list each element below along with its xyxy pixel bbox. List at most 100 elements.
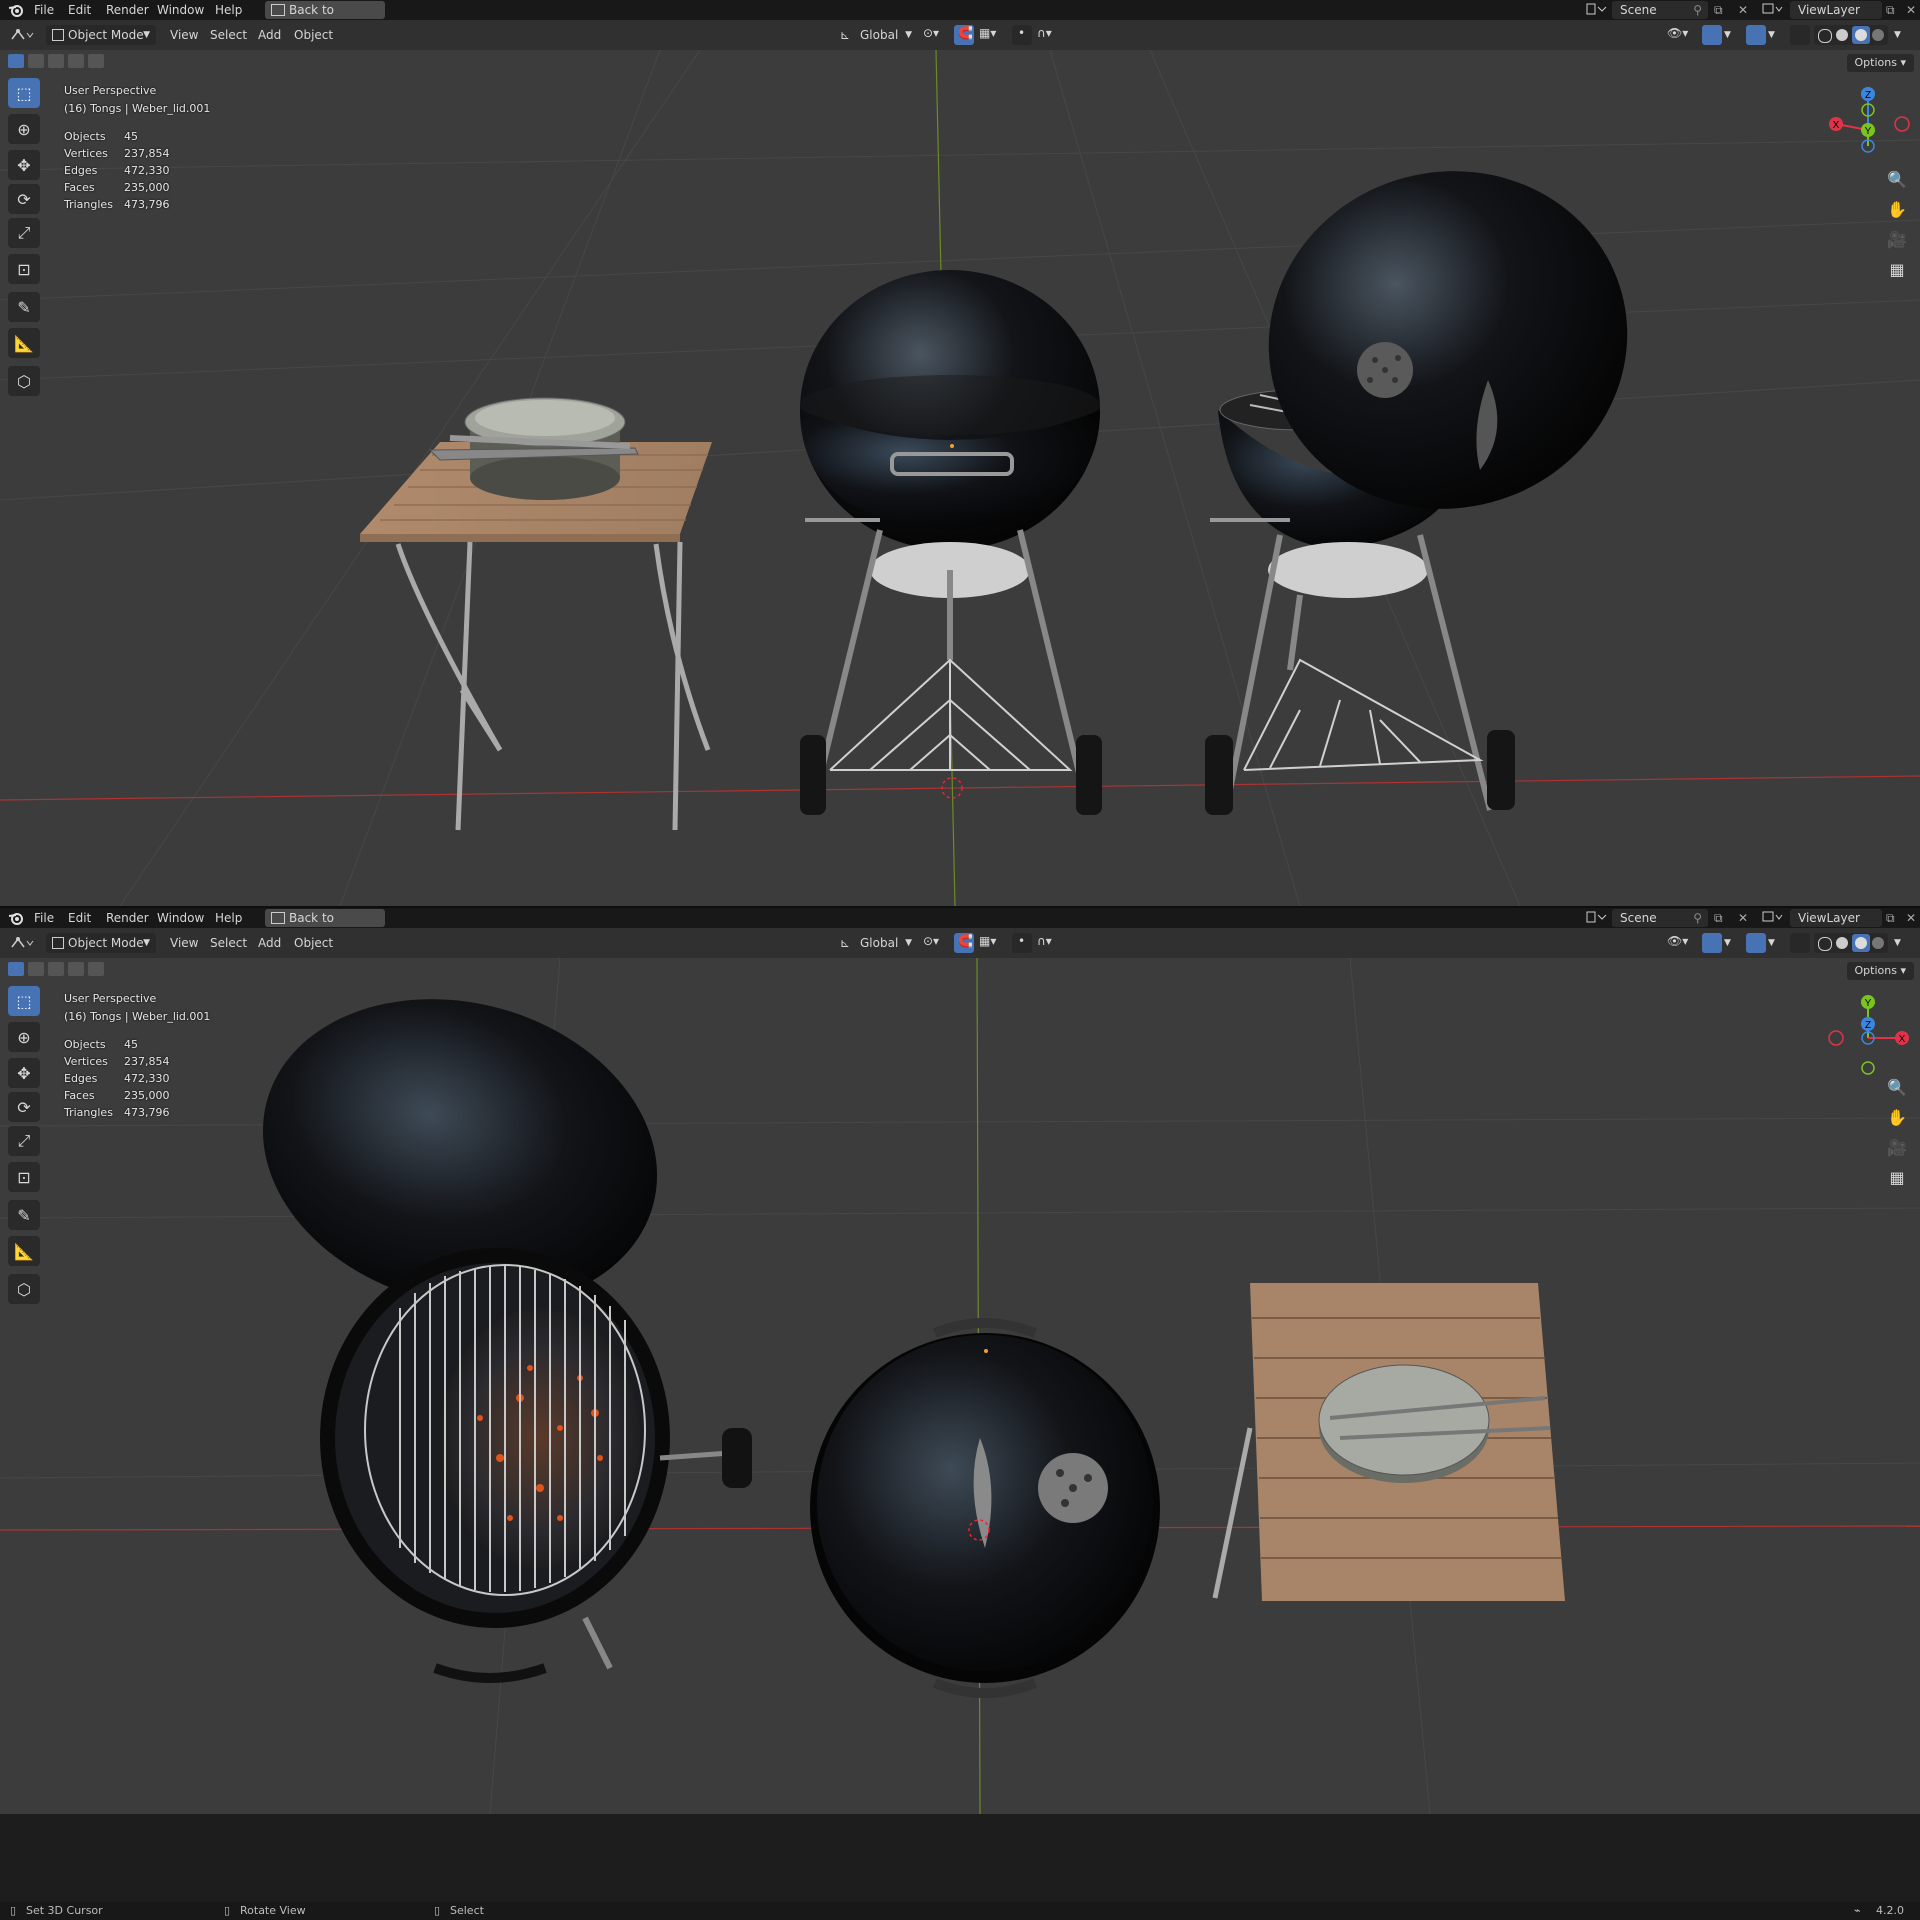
blender-logo-icon[interactable] bbox=[8, 910, 24, 926]
selection-mode-buttons[interactable] bbox=[8, 52, 104, 70]
rendered-shading-icon[interactable] bbox=[1872, 29, 1884, 41]
proportional-edit-icon[interactable]: • bbox=[1012, 933, 1032, 953]
move-tool[interactable]: ✥ bbox=[8, 150, 40, 180]
scene-selector[interactable]: Scene ⚲ bbox=[1612, 909, 1708, 927]
solid-shading-icon[interactable] bbox=[1836, 937, 1848, 949]
scale-tool[interactable]: ⤢ bbox=[8, 218, 40, 248]
select-invert-icon[interactable] bbox=[68, 962, 84, 976]
cursor-tool[interactable]: ⊕ bbox=[8, 1022, 40, 1052]
proportional-edit-icon[interactable]: • bbox=[1012, 25, 1032, 45]
back-to-previous-button[interactable]: Back to Previous bbox=[265, 909, 385, 943]
xray-toggle-icon[interactable] bbox=[1790, 25, 1810, 45]
menu-window[interactable]: Window bbox=[157, 2, 204, 18]
select-subtract-icon[interactable] bbox=[48, 962, 64, 976]
camera-icon[interactable]: 🎥 bbox=[1884, 1134, 1910, 1160]
pivot-point-icon[interactable]: ⊙▾ bbox=[920, 25, 950, 45]
camera-icon[interactable]: 🎥 bbox=[1884, 226, 1910, 252]
mode-dropdown[interactable]: Object Mode ▼ bbox=[46, 933, 156, 953]
solid-shading-icon[interactable] bbox=[1836, 29, 1848, 41]
editor-type-icon[interactable] bbox=[10, 935, 36, 951]
new-viewlayer-icon[interactable]: ⧉ bbox=[1886, 910, 1895, 926]
menu-render[interactable]: Render bbox=[106, 2, 149, 18]
wireframe-shading-icon[interactable] bbox=[1818, 29, 1832, 43]
transform-tool[interactable]: ⊡ bbox=[8, 1162, 40, 1192]
select-intersect-icon[interactable] bbox=[88, 54, 104, 68]
gizmo-neg-x-axis[interactable] bbox=[1828, 1030, 1844, 1046]
new-scene-icon[interactable]: ⧉ bbox=[1714, 910, 1723, 926]
selection-mode-buttons[interactable] bbox=[8, 960, 104, 978]
menu-file[interactable]: File bbox=[34, 910, 54, 926]
falloff-icon[interactable]: ∩▾ bbox=[1034, 25, 1064, 45]
material-preview-button[interactable] bbox=[1852, 934, 1870, 952]
xray-toggle-icon[interactable] bbox=[1790, 933, 1810, 953]
select-extend-icon[interactable] bbox=[28, 54, 44, 68]
chevron-down-icon[interactable]: ▼ bbox=[1894, 935, 1901, 951]
add-cube-tool[interactable]: ⬡ bbox=[8, 1274, 40, 1304]
pan-hand-icon[interactable]: ✋ bbox=[1884, 196, 1910, 222]
blender-logo-icon[interactable] bbox=[8, 2, 24, 18]
select-extend-icon[interactable] bbox=[28, 962, 44, 976]
select-new-icon[interactable] bbox=[8, 962, 24, 976]
gizmo-toggle-icon[interactable] bbox=[1702, 933, 1722, 953]
shading-modes[interactable] bbox=[1814, 933, 1888, 953]
menu-edit[interactable]: Edit bbox=[68, 2, 91, 18]
transform-tool[interactable]: ⊡ bbox=[8, 254, 40, 284]
mode-dropdown[interactable]: Object Mode ▼ bbox=[46, 25, 156, 45]
chevron-down-icon[interactable]: ▼ bbox=[1894, 27, 1901, 43]
navigation-gizmo[interactable]: Z X Y bbox=[1824, 86, 1914, 176]
add-cube-tool[interactable]: ⬡ bbox=[8, 366, 40, 396]
orientation-dropdown[interactable]: ⊾ Global ▼ bbox=[836, 933, 914, 953]
annotate-tool[interactable]: ✎ bbox=[8, 292, 40, 322]
delete-viewlayer-icon[interactable]: ✕ bbox=[1906, 910, 1916, 926]
overlays-toggle-icon[interactable] bbox=[1746, 933, 1766, 953]
menu-render[interactable]: Render bbox=[106, 910, 149, 926]
menu-select[interactable]: Select bbox=[210, 27, 247, 43]
move-tool[interactable]: ✥ bbox=[8, 1058, 40, 1088]
rotate-tool[interactable]: ⟳ bbox=[8, 184, 40, 214]
menu-help[interactable]: Help bbox=[215, 910, 242, 926]
viewlayer-selector[interactable]: ViewLayer bbox=[1790, 909, 1882, 927]
select-invert-icon[interactable] bbox=[68, 54, 84, 68]
gizmo-neg-x-axis[interactable] bbox=[1894, 116, 1910, 132]
editor-type-icon[interactable] bbox=[10, 27, 36, 43]
perspective-grid-icon[interactable]: ▦ bbox=[1884, 256, 1910, 282]
shading-modes[interactable] bbox=[1814, 25, 1888, 45]
menu-file[interactable]: File bbox=[34, 2, 54, 18]
annotate-tool[interactable]: ✎ bbox=[8, 1200, 40, 1230]
select-new-icon[interactable] bbox=[8, 54, 24, 68]
material-preview-button[interactable] bbox=[1852, 26, 1870, 44]
pin-icon[interactable]: ⚲ bbox=[1693, 909, 1702, 927]
pan-hand-icon[interactable]: ✋ bbox=[1884, 1104, 1910, 1130]
chevron-down-icon[interactable]: ▼ bbox=[1768, 935, 1775, 951]
menu-edit[interactable]: Edit bbox=[68, 910, 91, 926]
falloff-icon[interactable]: ∩▾ bbox=[1034, 933, 1064, 953]
snap-toggle-icon[interactable]: 🧲 bbox=[954, 933, 974, 953]
measure-tool[interactable]: 📐 bbox=[8, 328, 40, 358]
menu-add[interactable]: Add bbox=[258, 935, 281, 951]
delete-viewlayer-icon[interactable]: ✕ bbox=[1906, 2, 1916, 18]
options-dropdown[interactable]: Options ▾ bbox=[1846, 54, 1914, 72]
menu-object[interactable]: Object bbox=[294, 935, 333, 951]
delete-scene-icon[interactable]: ✕ bbox=[1738, 2, 1748, 18]
3d-viewport-bottom[interactable]: ⬚ ⊕ ✥ ⟳ ⤢ ⊡ ✎ 📐 ⬡ User Perspective (16) … bbox=[0, 958, 1920, 1814]
perspective-grid-icon[interactable]: ▦ bbox=[1884, 1164, 1910, 1190]
menu-object[interactable]: Object bbox=[294, 27, 333, 43]
snap-target-icon[interactable]: ▦▾ bbox=[976, 25, 1006, 45]
select-subtract-icon[interactable] bbox=[48, 54, 64, 68]
menu-add[interactable]: Add bbox=[258, 27, 281, 43]
snap-target-icon[interactable]: ▦▾ bbox=[976, 933, 1006, 953]
gizmo-toggle-icon[interactable] bbox=[1702, 25, 1722, 45]
rotate-tool[interactable]: ⟳ bbox=[8, 1092, 40, 1122]
3d-viewport-top[interactable]: ⬚ ⊕ ✥ ⟳ ⤢ ⊡ ✎ 📐 ⬡ User Perspective (16) … bbox=[0, 50, 1920, 906]
overlays-toggle-icon[interactable] bbox=[1746, 25, 1766, 45]
navigation-gizmo[interactable]: Y Z X bbox=[1824, 994, 1914, 1084]
new-viewlayer-icon[interactable]: ⧉ bbox=[1886, 2, 1895, 18]
menu-select[interactable]: Select bbox=[210, 935, 247, 951]
menu-view[interactable]: View bbox=[170, 27, 198, 43]
new-scene-icon[interactable]: ⧉ bbox=[1714, 2, 1723, 18]
menu-view[interactable]: View bbox=[170, 935, 198, 951]
back-to-previous-button[interactable]: Back to Previous bbox=[265, 1, 385, 35]
scene-selector[interactable]: Scene ⚲ bbox=[1612, 1, 1708, 19]
select-box-tool[interactable]: ⬚ bbox=[8, 78, 40, 108]
visibility-icon[interactable]: 👁▾ bbox=[1664, 25, 1698, 45]
